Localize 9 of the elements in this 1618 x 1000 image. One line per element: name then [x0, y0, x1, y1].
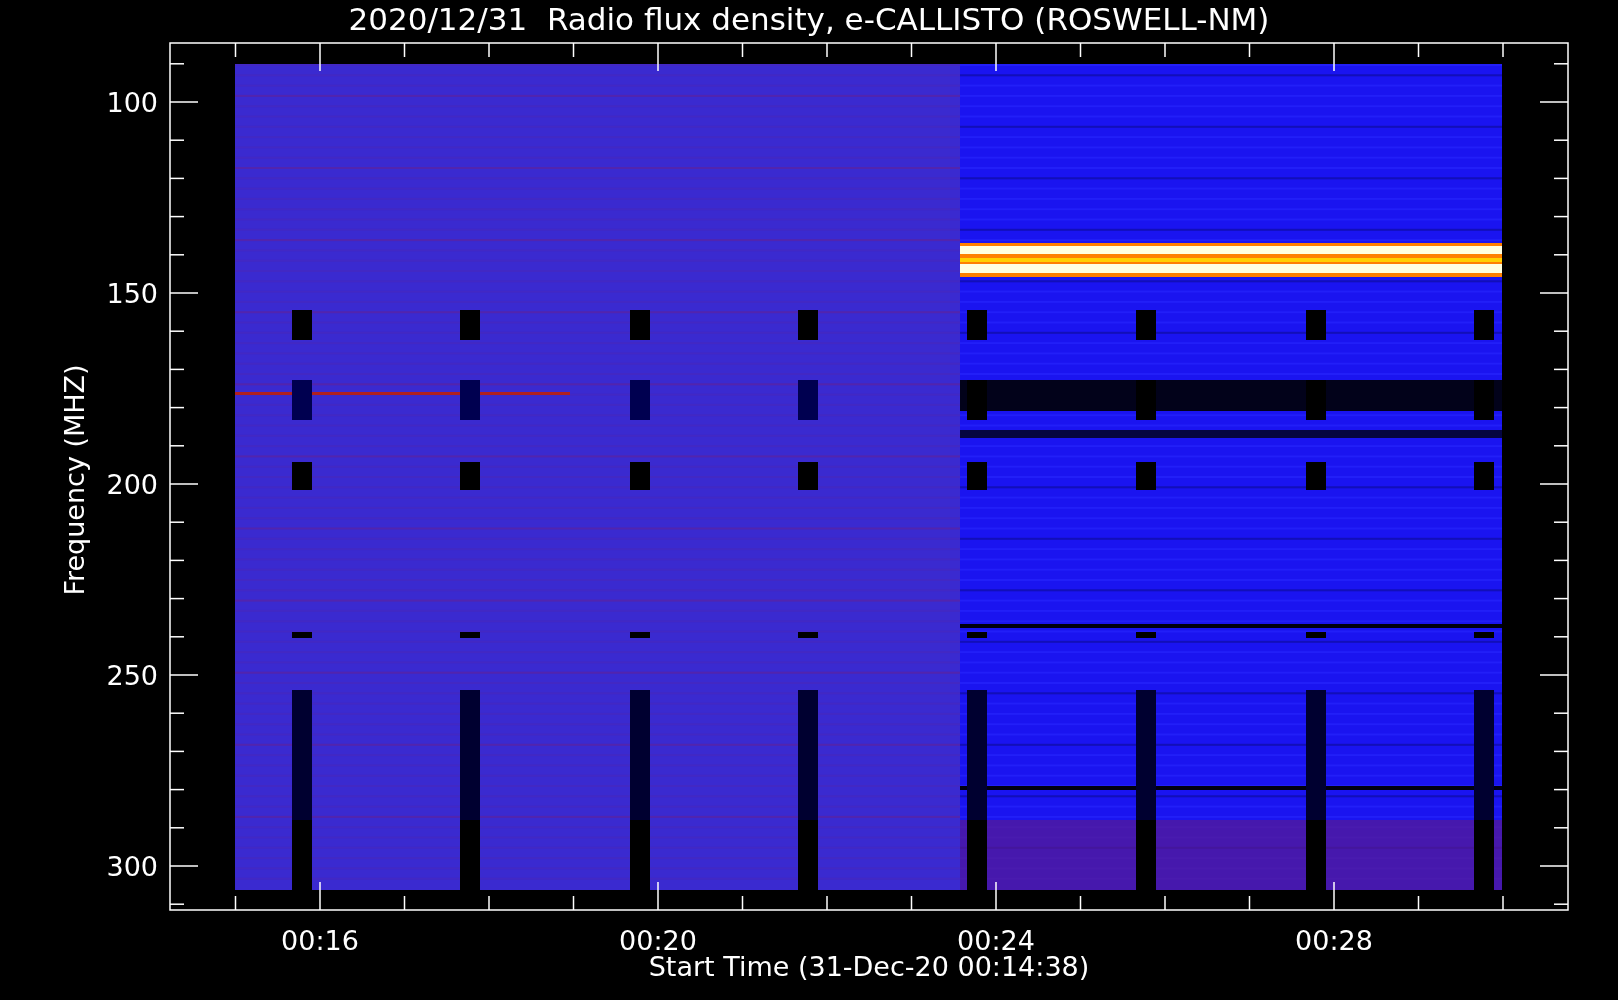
- y-axis-label: Frequency (MHZ): [59, 364, 90, 596]
- x-tick-label: 00:16: [281, 925, 359, 956]
- y-tick-label: 150: [106, 278, 158, 309]
- y-tick-label: 300: [106, 851, 158, 882]
- y-tick-label: 200: [106, 469, 158, 500]
- y-tick-label: 250: [106, 660, 158, 691]
- chart-title: 2020/12/31 Radio flux density, e-CALLISTO (ROSWELL-NM): [348, 0, 1270, 39]
- y-tick-label: 100: [106, 87, 158, 118]
- x-tick-label: 00:28: [1295, 925, 1373, 956]
